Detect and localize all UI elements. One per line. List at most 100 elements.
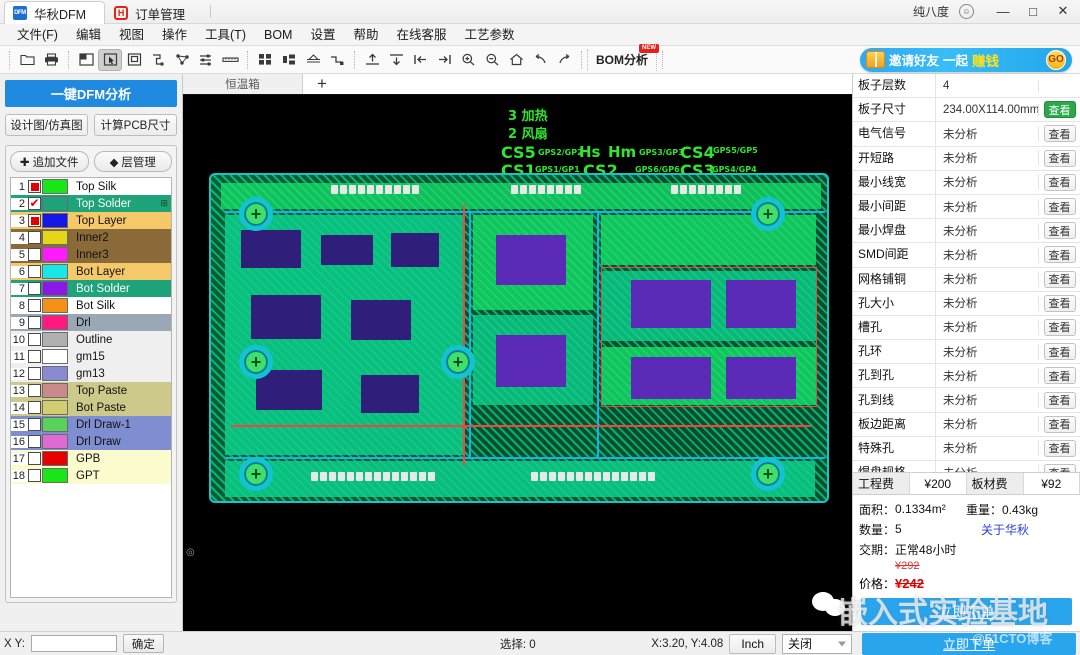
window-tab-order[interactable]: H 订单管理: [105, 1, 204, 24]
layer-row[interactable]: 10 Outline: [11, 331, 171, 348]
unit-toggle-button[interactable]: Inch: [729, 633, 776, 654]
view-button[interactable]: 查看: [1043, 270, 1076, 288]
view-button[interactable]: 查看: [1043, 173, 1076, 191]
zoom-in-icon[interactable]: [456, 49, 480, 71]
view-button[interactable]: 查看: [1043, 391, 1076, 409]
layer-color-swatch[interactable]: [42, 230, 68, 245]
invite-friends-banner[interactable]: 邀请好友 一起 赚钱 GO: [860, 47, 1072, 72]
view-button[interactable]: 查看: [1043, 222, 1076, 240]
layer-color-swatch[interactable]: [42, 315, 68, 330]
layer-color-swatch[interactable]: [42, 264, 68, 279]
layer-color-swatch[interactable]: [42, 366, 68, 381]
layer-row[interactable]: 9 Drl: [11, 314, 171, 331]
layer-row[interactable]: 13 Top Paste: [11, 382, 171, 399]
layer-row[interactable]: 8 Bot Silk: [11, 297, 171, 314]
layer-visibility-checkbox[interactable]: [28, 282, 41, 295]
layer-row[interactable]: 17 GPB: [11, 450, 171, 467]
layer-visibility-checkbox[interactable]: [28, 248, 41, 261]
minimize-button[interactable]: —: [988, 0, 1018, 23]
layer-visibility-checkbox[interactable]: [28, 316, 41, 329]
layer-color-swatch[interactable]: [42, 383, 68, 398]
impedance-icon[interactable]: [325, 49, 349, 71]
menu-support[interactable]: 在线客服: [388, 25, 456, 45]
layer-color-swatch[interactable]: [42, 468, 68, 483]
flip-top-icon[interactable]: [360, 49, 384, 71]
add-file-button[interactable]: ✚ 追加文件: [10, 151, 89, 172]
layer-visibility-checkbox[interactable]: [28, 435, 41, 448]
layer-row[interactable]: 12 gm13: [11, 365, 171, 382]
place-order-button[interactable]: 立即下单: [861, 598, 1072, 625]
layer-color-swatch[interactable]: [42, 451, 68, 466]
layer-visibility-checkbox[interactable]: [28, 231, 41, 244]
bom-analysis-button[interactable]: BOM分析 NEW: [587, 43, 659, 71]
layer-color-swatch[interactable]: [42, 196, 68, 211]
layer-row[interactable]: 3 Top Layer: [11, 212, 171, 229]
layer-color-swatch[interactable]: [42, 213, 68, 228]
layer-management-button[interactable]: ◆ 层管理: [93, 151, 172, 172]
layer-color-swatch[interactable]: [42, 281, 68, 296]
layer-row[interactable]: 15 Drl Draw-1: [11, 416, 171, 433]
layer-row[interactable]: 6 Bot Layer: [11, 263, 171, 280]
menu-process-params[interactable]: 工艺参数: [456, 25, 524, 45]
view-button[interactable]: 查看: [1043, 415, 1076, 433]
close-button[interactable]: ✕: [1048, 0, 1078, 23]
view-button[interactable]: 查看: [1043, 318, 1076, 336]
menu-operate[interactable]: 操作: [153, 25, 196, 45]
view-button[interactable]: 查看: [1043, 294, 1076, 312]
layer-visibility-checkbox[interactable]: [28, 299, 41, 312]
layer-row[interactable]: 18 GPT: [11, 467, 171, 484]
stackup-icon[interactable]: [301, 49, 325, 71]
layer-color-swatch[interactable]: [42, 298, 68, 313]
print-icon[interactable]: [39, 49, 63, 71]
view-button[interactable]: 查看: [1043, 464, 1076, 472]
grid-array-icon[interactable]: [253, 49, 277, 71]
design-simulation-button[interactable]: 设计图/仿真图: [5, 114, 88, 136]
promo-go-button[interactable]: GO: [1046, 49, 1066, 70]
ruler-icon[interactable]: [218, 49, 242, 71]
view-button[interactable]: 查看: [1043, 125, 1076, 143]
dfm-check-table[interactable]: 板子层数 4 板子尺寸 234.00X114.00mm 查看 电气信号 未分析 查看 开短路 未分…: [853, 74, 1080, 472]
menu-tools[interactable]: 工具(T): [196, 25, 255, 45]
layer-row[interactable]: 14 Bot Paste: [11, 399, 171, 416]
layer-visibility-checkbox[interactable]: [28, 265, 41, 278]
menu-view[interactable]: 视图: [110, 25, 153, 45]
layer-row[interactable]: 11 gm15: [11, 348, 171, 365]
view-button[interactable]: 查看: [1043, 246, 1076, 264]
undo-icon[interactable]: [528, 49, 552, 71]
select-pointer-icon[interactable]: [98, 48, 122, 71]
calc-pcb-size-button[interactable]: 计算PCB尺寸: [94, 114, 177, 136]
layer-row[interactable]: 7 Bot Solder: [11, 280, 171, 297]
canvas-tab-0[interactable]: 恒温箱: [183, 74, 303, 94]
confirm-button[interactable]: 确定: [122, 634, 164, 653]
zoom-out-icon[interactable]: [480, 49, 504, 71]
home-fit-icon[interactable]: [504, 49, 528, 71]
layer-row[interactable]: 1 Top Silk: [11, 178, 171, 195]
view-button[interactable]: 查看: [1043, 198, 1076, 216]
layer-color-swatch[interactable]: [42, 417, 68, 432]
layer-visibility-checkbox[interactable]: [28, 418, 41, 431]
pcb-canvas[interactable]: 3 加热 2 风扇 CS5 GPS2/GP2 Hs Hm GPS3/GP3 CS4 GPS5/G…: [183, 95, 852, 631]
menu-file[interactable]: 文件(F): [8, 25, 67, 45]
canvas-viewport[interactable]: 3 加热 2 风扇 CS5 GPS2/GP2 Hs Hm GPS3/GP3 CS4 GPS5/G…: [183, 95, 852, 631]
layer-color-swatch[interactable]: [42, 349, 68, 364]
about-huaqiu-link[interactable]: 关于华秋: [981, 521, 1029, 538]
layer-visibility-checkbox[interactable]: [28, 452, 41, 465]
layer-visibility-checkbox[interactable]: [28, 401, 41, 414]
maximize-button[interactable]: □: [1018, 0, 1048, 23]
view-button[interactable]: 查看: [1043, 343, 1076, 361]
align-distribute-icon[interactable]: [194, 49, 218, 71]
layer-color-swatch[interactable]: [42, 247, 68, 262]
layer-visibility-checkbox[interactable]: ✔: [28, 197, 41, 210]
window-tab-dfm[interactable]: DFM 华秋DFM: [4, 1, 106, 24]
layer-visibility-checkbox[interactable]: [28, 469, 41, 482]
view-button[interactable]: 查看: [1043, 149, 1076, 167]
layer-color-swatch[interactable]: [42, 400, 68, 415]
layer-row[interactable]: 4 Inner2: [11, 229, 171, 246]
user-avatar-icon[interactable]: ☺: [959, 3, 974, 19]
xy-input[interactable]: [30, 635, 117, 652]
open-folder-icon[interactable]: [15, 49, 39, 71]
layer-visibility-checkbox[interactable]: [28, 384, 41, 397]
net-trace-icon[interactable]: [146, 49, 170, 71]
one-click-dfm-button[interactable]: 一键DFM分析: [5, 80, 177, 107]
menu-bom[interactable]: BOM: [255, 25, 301, 45]
